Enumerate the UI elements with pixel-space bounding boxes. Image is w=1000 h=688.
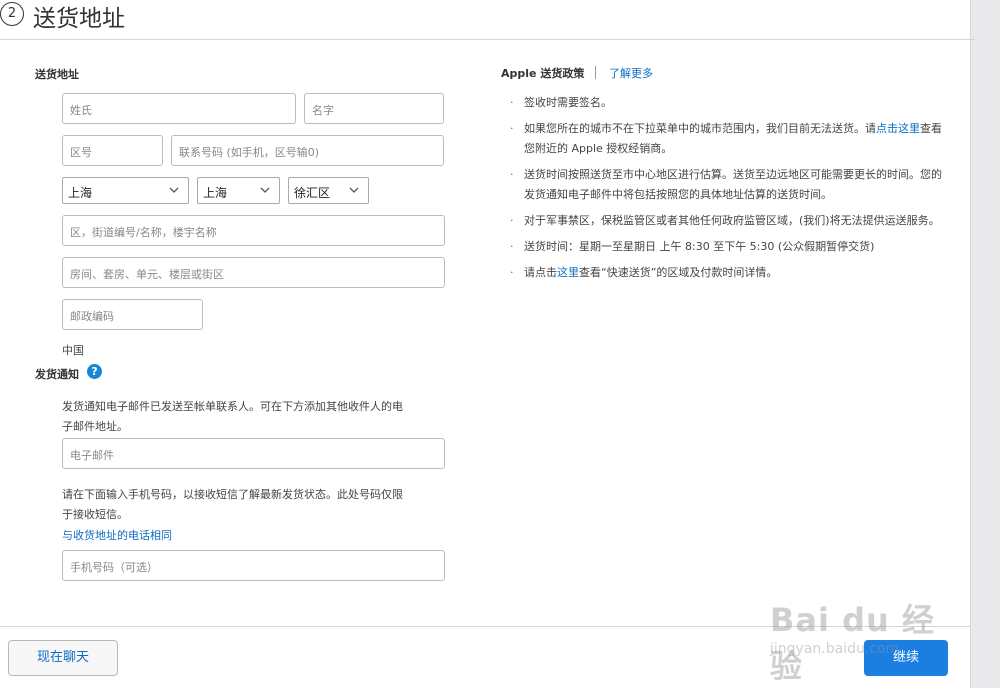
right-scroll-gutter (970, 0, 1000, 688)
learn-more-link[interactable]: 了解更多 (609, 65, 653, 81)
area-code-placeholder: 区号 (70, 146, 92, 159)
email-description-line: 发货通知电子邮件已发送至帐单联系人。可在下方添加其他收件人的电 (62, 400, 403, 413)
country-label: 中国 (62, 344, 84, 357)
first-name-field[interactable]: 名字 (304, 93, 444, 124)
watermark-logo: Bai du 经验 jingyan.baidu.com (760, 585, 960, 685)
province-value: 上海 (68, 186, 93, 200)
district-select[interactable]: 徐汇区 (288, 177, 369, 204)
divider (595, 66, 596, 79)
sms-description-line: 于接收短信。 (62, 508, 128, 521)
policy-heading: Apple 送货政策 (501, 67, 585, 80)
first-name-placeholder: 名字 (312, 104, 334, 117)
email-placeholder: 电子邮件 (70, 449, 114, 462)
list-item: 对于军事禁区，保税监管区或者其他任何政府监管区域，(我们)将无法提供运送服务。 (510, 211, 950, 231)
dealer-link[interactable]: 点击这里 (876, 122, 920, 135)
sms-description: 请在下面输入手机号码，以接收短信了解最新发货状态。此处号码仅限 于接收短信。 (62, 485, 403, 525)
last-name-placeholder: 姓氏 (70, 104, 92, 117)
email-field[interactable]: 电子邮件 (62, 438, 445, 469)
express-delivery-link[interactable]: 这里 (557, 266, 579, 279)
help-icon[interactable]: ? (87, 364, 102, 379)
postcode-field[interactable]: 邮政编码 (62, 299, 203, 330)
postcode-placeholder: 邮政编码 (70, 310, 114, 323)
street-field[interactable]: 区，街道编号/名称，楼宇名称 (62, 215, 445, 246)
list-item-text: 查看“快速送货”的区域及付款时间详情。 (579, 266, 778, 279)
chevron-down-icon (260, 187, 270, 193)
list-item-text: 请点击 (524, 266, 557, 279)
list-item: 送货时间按照送货至市中心地区进行估算。送货至边远地区可能需要更长的时间。您的发货… (510, 165, 950, 205)
email-description-line: 子邮件地址。 (62, 420, 128, 433)
page-title: 送货地址 (33, 6, 125, 32)
list-item-text: 如果您所在的城市不在下拉菜单中的城市范围内，我们目前无法送货。请 (524, 122, 876, 135)
last-name-field[interactable]: 姓氏 (62, 93, 296, 124)
mobile-placeholder: 手机号码（可选） (70, 561, 158, 574)
same-phone-link[interactable]: 与收货地址的电话相同 (62, 526, 172, 546)
mobile-field[interactable]: 手机号码（可选） (62, 550, 445, 581)
room-placeholder: 房间、套房、单元、楼层或街区 (70, 268, 224, 281)
province-select[interactable]: 上海 (62, 177, 189, 204)
area-code-field[interactable]: 区号 (62, 135, 163, 166)
district-value: 徐汇区 (294, 186, 331, 200)
notification-section-label: 发货通知 (35, 368, 79, 381)
policy-list: 签收时需要签名。 如果您所在的城市不在下拉菜单中的城市范围内，我们目前无法送货。… (510, 93, 950, 289)
street-placeholder: 区，街道编号/名称，楼宇名称 (70, 226, 217, 239)
chat-now-button[interactable]: 现在聊天 (8, 640, 118, 676)
chat-now-label: 现在聊天 (36, 650, 89, 665)
phone-field[interactable]: 联系号码 (如手机，区号输0) (171, 135, 444, 166)
list-item: 请点击这里查看“快速送货”的区域及付款时间详情。 (510, 263, 950, 283)
list-item: 如果您所在的城市不在下拉菜单中的城市范围内，我们目前无法送货。请点击这里查看您附… (510, 119, 950, 159)
city-value: 上海 (203, 186, 228, 200)
watermark-sub-text: jingyan.baidu.com (770, 641, 900, 657)
address-section-label: 送货地址 (35, 68, 79, 81)
list-item: 签收时需要签名。 (510, 93, 950, 113)
step-header: 2 送货地址 (0, 0, 975, 40)
room-field[interactable]: 房间、套房、单元、楼层或街区 (62, 257, 445, 288)
step-number-badge: 2 (0, 2, 24, 26)
chevron-down-icon (349, 187, 359, 193)
list-item: 送货时间：星期一至星期日 上午 8:30 至下午 5:30 (公众假期暂停交货) (510, 237, 950, 257)
phone-placeholder: 联系号码 (如手机，区号输0) (179, 146, 320, 159)
city-select[interactable]: 上海 (197, 177, 280, 204)
sms-description-line: 请在下面输入手机号码，以接收短信了解最新发货状态。此处号码仅限 (62, 488, 403, 501)
chevron-down-icon (169, 187, 179, 193)
email-description: 发货通知电子邮件已发送至帐单联系人。可在下方添加其他收件人的电 子邮件地址。 (62, 397, 403, 437)
